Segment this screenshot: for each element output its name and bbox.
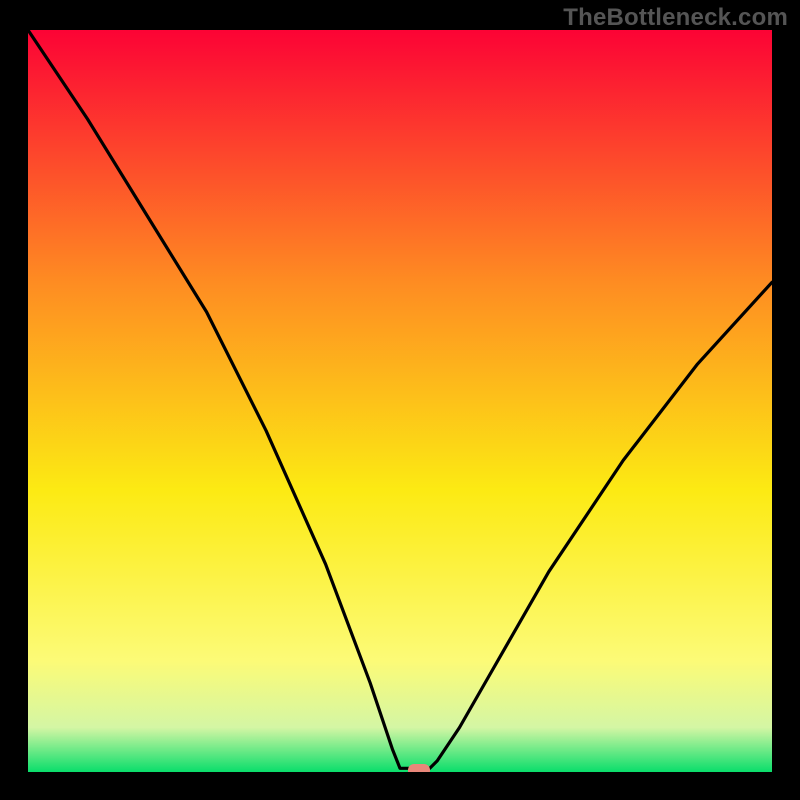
watermark-text: TheBottleneck.com (563, 4, 788, 32)
chart-frame: TheBottleneck.com (0, 0, 800, 800)
plot-area (28, 30, 772, 772)
minimum-marker (408, 764, 430, 772)
plot-svg (28, 30, 772, 772)
gradient-background (28, 30, 772, 772)
